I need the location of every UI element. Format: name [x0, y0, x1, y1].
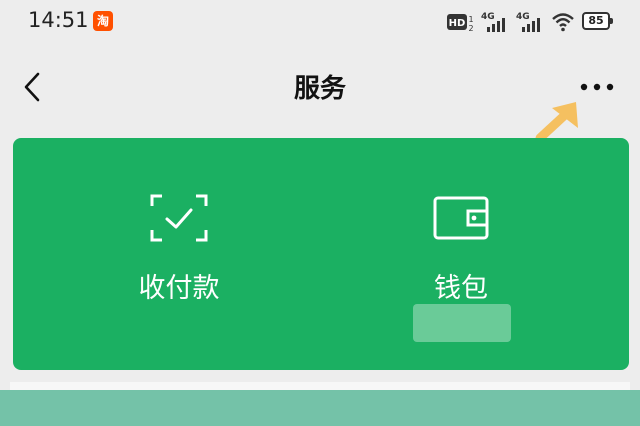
battery-indicator: 85 — [582, 12, 613, 30]
pay-receive-label: 收付款 — [138, 273, 220, 304]
svg-text:4G: 4G — [481, 12, 495, 22]
svg-text:HD: HD — [449, 18, 466, 29]
svg-text:1: 1 — [468, 15, 473, 24]
bottom-overlay — [0, 390, 640, 426]
scan-check-icon — [150, 194, 208, 242]
status-time: 14:51 — [28, 8, 89, 32]
hd-icon: HD 1 2 — [447, 14, 474, 33]
wifi-icon — [552, 13, 574, 32]
service-card: 收付款 钱包 — [13, 138, 629, 370]
status-bar: 14:51 淘 HD 1 2 4G 4G 85 — [0, 0, 640, 44]
wallet-label: 钱包 — [434, 273, 488, 304]
signal-icon-2: 4G — [516, 12, 540, 32]
signal-icon-1: 4G — [481, 12, 505, 32]
more-dots-icon[interactable] — [578, 78, 616, 96]
taobao-app-icon: 淘 — [93, 11, 113, 31]
wallet-button[interactable]: 钱包 — [361, 194, 561, 314]
wallet-icon — [433, 196, 489, 240]
svg-text:2: 2 — [468, 24, 473, 33]
wallet-badge — [413, 304, 511, 342]
pay-receive-button[interactable]: 收付款 — [79, 194, 279, 314]
svg-text:4G: 4G — [516, 12, 530, 22]
